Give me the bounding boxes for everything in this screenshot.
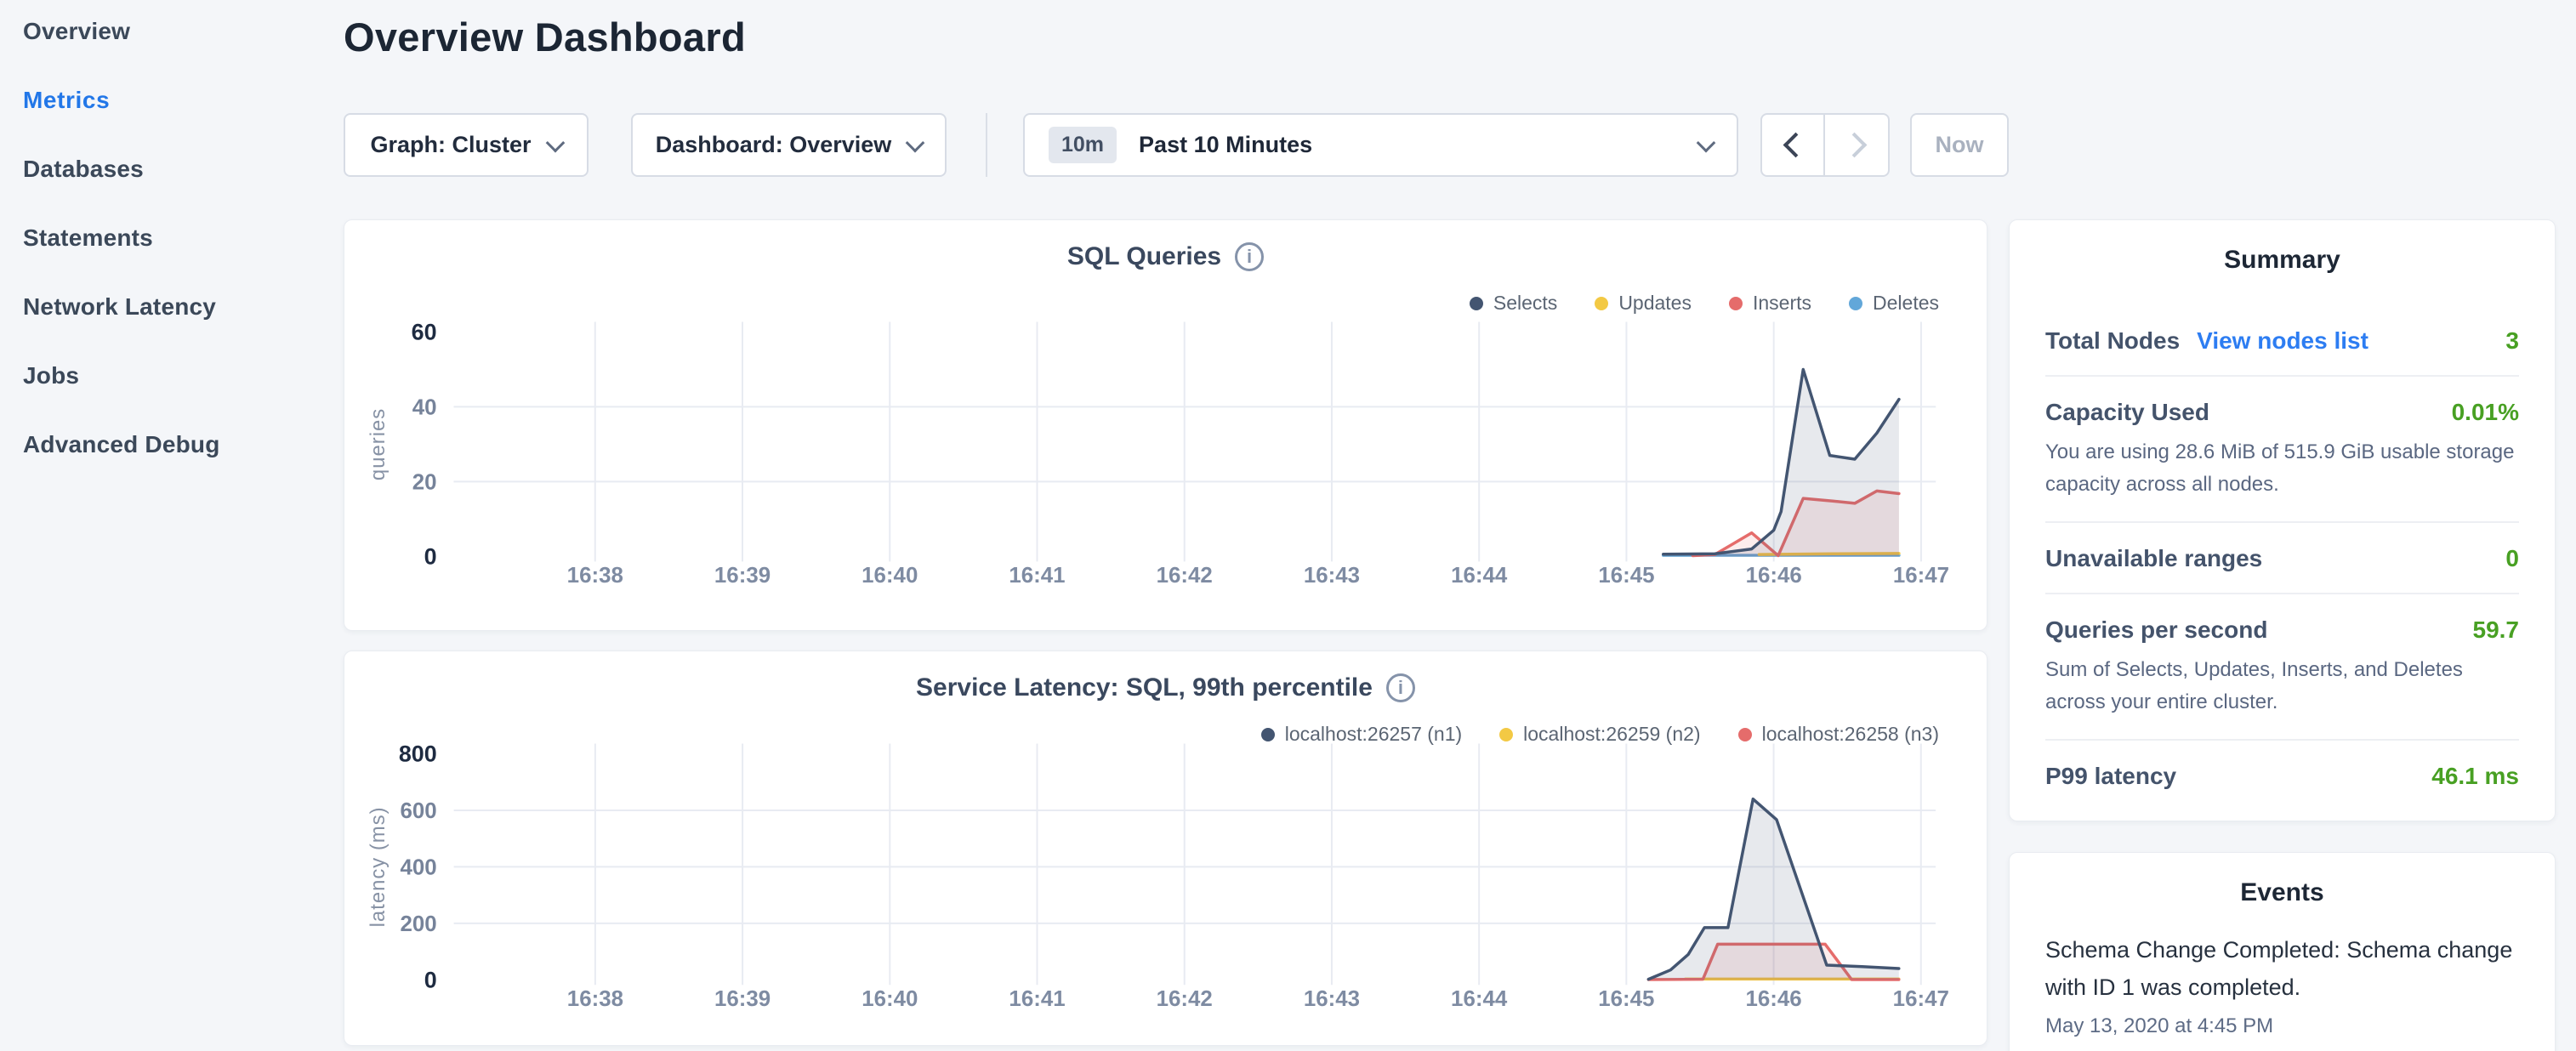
svg-text:16:40: 16:40 bbox=[862, 987, 918, 1011]
sidebar-item-statements[interactable]: Statements bbox=[23, 224, 329, 253]
sidebar-item-overview[interactable]: Overview bbox=[23, 17, 329, 46]
svg-text:0: 0 bbox=[424, 967, 437, 992]
time-forward-button[interactable] bbox=[1825, 113, 1890, 177]
event-timestamp: May 13, 2020 at 4:45 PM bbox=[2045, 1014, 2519, 1038]
svg-text:400: 400 bbox=[401, 855, 437, 879]
summary-section-total-nodes: Total Nodes View nodes list 3 bbox=[2045, 305, 2519, 377]
svg-text:16:44: 16:44 bbox=[1451, 987, 1508, 1011]
svg-text:16:39: 16:39 bbox=[714, 564, 771, 588]
sidebar-nav: Overview Metrics Databases Statements Ne… bbox=[23, 17, 329, 499]
svg-text:16:43: 16:43 bbox=[1304, 987, 1360, 1011]
svg-text:16:38: 16:38 bbox=[567, 987, 623, 1011]
total-nodes-label: Total Nodes bbox=[2045, 327, 2180, 355]
svg-text:60: 60 bbox=[412, 319, 437, 344]
sidebar-item-databases[interactable]: Databases bbox=[23, 155, 329, 184]
svg-text:16:42: 16:42 bbox=[1157, 987, 1213, 1011]
svg-text:800: 800 bbox=[399, 741, 437, 766]
view-nodes-list-link[interactable]: View nodes list bbox=[2197, 327, 2368, 355]
svg-text:16:39: 16:39 bbox=[714, 987, 771, 1011]
svg-text:16:45: 16:45 bbox=[1598, 987, 1654, 1011]
dashboard-dropdown[interactable]: Dashboard: Overview bbox=[631, 113, 947, 177]
p99-latency-value: 46.1 ms bbox=[2431, 763, 2519, 790]
toolbar: Graph: Cluster Dashboard: Overview 10m P… bbox=[344, 113, 2009, 177]
p99-latency-label: P99 latency bbox=[2045, 763, 2176, 790]
page-title: Overview Dashboard bbox=[344, 14, 746, 60]
qps-description: Sum of Selects, Updates, Inserts, and De… bbox=[2045, 654, 2519, 719]
summary-body: Total Nodes View nodes list 3 Capacity U… bbox=[2010, 305, 2555, 810]
event-message: Schema Change Completed: Schema change w… bbox=[2045, 931, 2519, 1006]
summary-title: Summary bbox=[2010, 246, 2555, 275]
svg-text:16:43: 16:43 bbox=[1304, 564, 1360, 588]
service-latency-card: Service Latency: SQL, 99th percentile i … bbox=[344, 650, 1987, 1046]
svg-text:16:47: 16:47 bbox=[1893, 564, 1949, 588]
events-body: Schema Change Completed: Schema change w… bbox=[2010, 931, 2555, 1038]
qps-value: 59.7 bbox=[2473, 616, 2520, 644]
time-range-label: Past 10 Minutes bbox=[1139, 132, 1312, 158]
svg-text:16:44: 16:44 bbox=[1451, 564, 1508, 588]
svg-text:600: 600 bbox=[401, 799, 437, 823]
svg-text:200: 200 bbox=[401, 912, 437, 936]
events-title: Events bbox=[2010, 878, 2555, 907]
svg-text:40: 40 bbox=[412, 395, 437, 419]
time-range-dropdown[interactable]: 10m Past 10 Minutes bbox=[1023, 113, 1738, 177]
capacity-used-value: 0.01% bbox=[2452, 399, 2519, 426]
chevron-down-icon bbox=[906, 133, 925, 152]
svg-text:16:38: 16:38 bbox=[567, 564, 623, 588]
graph-dropdown-label: Graph: Cluster bbox=[370, 132, 531, 158]
summary-section-qps: Queries per second 59.7 Sum of Selects, … bbox=[2045, 594, 2519, 741]
unavailable-ranges-value: 0 bbox=[2505, 545, 2519, 572]
service-latency-plot[interactable]: 16:38 16:39 16:40 16:41 16:42 16:43 16:44 16:45… bbox=[344, 651, 1987, 1045]
svg-text:16:47: 16:47 bbox=[1893, 987, 1949, 1011]
capacity-used-label: Capacity Used bbox=[2045, 399, 2209, 426]
db-console-page: Overview Metrics Databases Statements Ne… bbox=[0, 0, 2576, 1051]
chevron-left-icon bbox=[1783, 133, 1808, 158]
summary-panel: Summary Total Nodes View nodes list 3 Ca… bbox=[2009, 219, 2556, 821]
sql-queries-card: SQL Queries i SelectsUpdatesInsertsDelet… bbox=[344, 219, 1987, 631]
svg-text:queries: queries bbox=[367, 408, 390, 480]
capacity-used-description: You are using 28.6 MiB of 515.9 GiB usab… bbox=[2045, 436, 2519, 501]
chevron-right-icon bbox=[1841, 133, 1867, 158]
svg-text:16:42: 16:42 bbox=[1157, 564, 1213, 588]
svg-text:16:45: 16:45 bbox=[1598, 564, 1654, 588]
summary-section-unavailable: Unavailable ranges 0 bbox=[2045, 523, 2519, 594]
chevron-down-icon bbox=[1697, 133, 1716, 152]
sidebar-item-network-latency[interactable]: Network Latency bbox=[23, 293, 329, 321]
graph-dropdown[interactable]: Graph: Cluster bbox=[344, 113, 589, 177]
time-range-badge: 10m bbox=[1049, 127, 1117, 163]
svg-text:16:40: 16:40 bbox=[862, 564, 918, 588]
unavailable-ranges-label: Unavailable ranges bbox=[2045, 545, 2262, 572]
qps-label: Queries per second bbox=[2045, 616, 2267, 644]
svg-text:16:41: 16:41 bbox=[1009, 987, 1065, 1011]
sidebar-item-metrics[interactable]: Metrics bbox=[23, 86, 329, 115]
summary-section-p99: P99 latency 46.1 ms bbox=[2045, 741, 2519, 810]
dashboard-dropdown-label: Dashboard: Overview bbox=[656, 132, 892, 158]
svg-text:0: 0 bbox=[424, 543, 437, 569]
svg-text:16:46: 16:46 bbox=[1746, 564, 1802, 588]
now-button[interactable]: Now bbox=[1910, 113, 2009, 177]
svg-text:20: 20 bbox=[412, 470, 437, 494]
toolbar-divider bbox=[986, 113, 987, 177]
svg-text:16:46: 16:46 bbox=[1745, 987, 1801, 1011]
sql-queries-plot[interactable]: 16:38 16:39 16:40 16:41 16:42 16:43 16:44 16:45… bbox=[344, 220, 1987, 630]
sidebar-item-advanced-debug[interactable]: Advanced Debug bbox=[23, 430, 329, 459]
summary-section-capacity: Capacity Used 0.01% You are using 28.6 M… bbox=[2045, 377, 2519, 523]
chevron-down-icon bbox=[545, 133, 565, 152]
time-pager bbox=[1760, 113, 1890, 177]
events-panel: Events Schema Change Completed: Schema c… bbox=[2009, 852, 2556, 1051]
total-nodes-value: 3 bbox=[2505, 327, 2519, 355]
svg-text:latency (ms): latency (ms) bbox=[367, 806, 390, 927]
svg-text:16:41: 16:41 bbox=[1009, 564, 1065, 588]
time-back-button[interactable] bbox=[1760, 113, 1825, 177]
sidebar-item-jobs[interactable]: Jobs bbox=[23, 361, 329, 390]
